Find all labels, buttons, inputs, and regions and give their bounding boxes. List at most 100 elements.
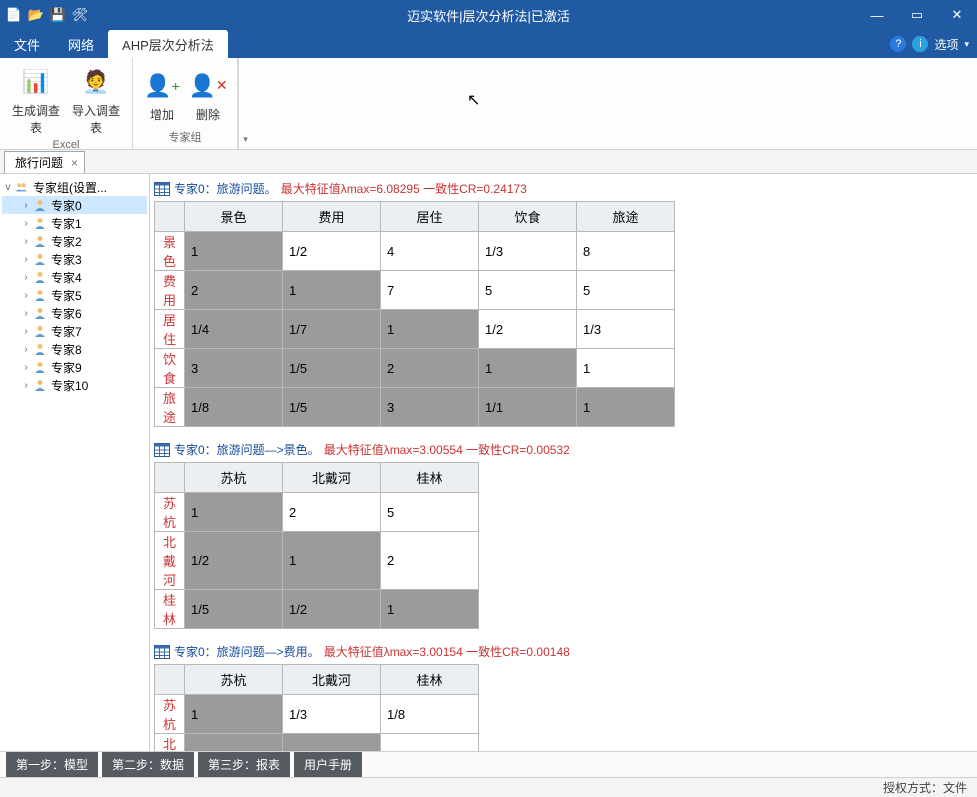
- matrix-cell[interactable]: 1/5: [283, 349, 381, 388]
- matrix-cell[interactable]: 3: [185, 734, 283, 752]
- tree-item-expert[interactable]: › 专家4: [2, 268, 147, 286]
- tree-item-expert[interactable]: ›专家3: [2, 250, 147, 268]
- matrix-cell[interactable]: 1/8: [381, 695, 479, 734]
- matrix-cell[interactable]: 2: [185, 271, 283, 310]
- matrix-cell[interactable]: 1/3: [283, 695, 381, 734]
- matrix-cell[interactable]: 7: [381, 271, 479, 310]
- tree-item-label: 专家0: [51, 197, 82, 214]
- matrix-cell[interactable]: 5: [479, 271, 577, 310]
- tree-item-expert[interactable]: ›专家2: [2, 232, 147, 250]
- tree-item-expert[interactable]: ›专家1: [2, 214, 147, 232]
- tree-item-expert[interactable]: ›专家7: [2, 322, 147, 340]
- matrix-cell[interactable]: 3: [381, 388, 479, 427]
- tree-item-expert[interactable]: › 专家0: [2, 196, 147, 214]
- tree-expand-icon[interactable]: ›: [20, 326, 32, 337]
- matrix-cell[interactable]: 3: [185, 349, 283, 388]
- matrix-cell[interactable]: 5: [381, 493, 479, 532]
- matrix-cell[interactable]: 1: [479, 349, 577, 388]
- menu-network[interactable]: 网络: [54, 30, 108, 58]
- tree-expand-icon[interactable]: ›: [20, 236, 32, 247]
- tree-expand-icon[interactable]: ›: [20, 218, 32, 229]
- maximize-button[interactable]: ▭: [897, 0, 937, 30]
- matrix-cell[interactable]: 4: [381, 232, 479, 271]
- matrix-cell[interactable]: 1/5: [283, 388, 381, 427]
- matrix-scroll[interactable]: 专家0：旅游问题。 最大特征值λmax=6.08295 一致性CR=0.2417…: [150, 174, 977, 751]
- matrix-cell[interactable]: 1/1: [479, 388, 577, 427]
- tree-expand-icon[interactable]: ›: [20, 308, 32, 319]
- doc-close-icon[interactable]: ×: [71, 156, 78, 170]
- person-icon: [32, 198, 48, 212]
- qat-save-icon[interactable]: 💾: [50, 7, 66, 23]
- add-expert-button[interactable]: 👤+ 增加: [139, 66, 185, 123]
- menu-file[interactable]: 文件: [0, 30, 54, 58]
- tree-expand-icon[interactable]: ›: [20, 200, 32, 211]
- matrix-cell[interactable]: 1/4: [185, 310, 283, 349]
- doc-tab[interactable]: 旅行问题 ×: [4, 151, 85, 173]
- matrix-title: 专家0：旅游问题—>费用。: [174, 643, 320, 660]
- matrix-cell[interactable]: 1/3: [479, 232, 577, 271]
- step-tab-report[interactable]: 第三步：报表: [198, 752, 290, 777]
- tree-expand-icon[interactable]: ›: [20, 290, 32, 301]
- matrix-cell[interactable]: 1: [283, 271, 381, 310]
- matrix-table: 苏杭北戴河桂林苏杭125北戴河1/212桂林1/51/21: [154, 462, 479, 629]
- delete-expert-button[interactable]: 👤✕ 删除: [185, 66, 231, 123]
- qat-new-icon[interactable]: 📄: [6, 7, 22, 23]
- matrix-cell[interactable]: 1: [381, 310, 479, 349]
- step-tab-manual[interactable]: 用户手册: [294, 752, 362, 777]
- step-tab-model[interactable]: 第一步：模型: [6, 752, 98, 777]
- matrix-cell[interactable]: 1: [185, 695, 283, 734]
- matrix-cell[interactable]: 1/3: [381, 734, 479, 752]
- qat-open-icon[interactable]: 📂: [28, 7, 44, 23]
- matrix-cell[interactable]: 1: [577, 388, 675, 427]
- menu-options[interactable]: 选项: [934, 36, 958, 53]
- matrix-cell[interactable]: 1/8: [185, 388, 283, 427]
- tree-root[interactable]: v 专家组(设置...: [2, 178, 147, 196]
- menu-ahp[interactable]: AHP层次分析法: [108, 30, 228, 58]
- info-icon[interactable]: i: [912, 36, 928, 52]
- minimize-button[interactable]: ―: [857, 0, 897, 30]
- tree-item-expert[interactable]: ›专家10: [2, 376, 147, 394]
- matrix-cell[interactable]: 1/5: [185, 590, 283, 629]
- matrix-cell[interactable]: 1: [185, 232, 283, 271]
- matrix-cell[interactable]: 1/2: [479, 310, 577, 349]
- status-text: 授权方式：文件: [883, 779, 967, 796]
- matrix-cell[interactable]: 1: [577, 349, 675, 388]
- tree-expand-icon[interactable]: v: [2, 182, 14, 193]
- tree-expand-icon[interactable]: ›: [20, 272, 32, 283]
- matrix-cell[interactable]: 1: [185, 493, 283, 532]
- tree-item-expert[interactable]: ›专家8: [2, 340, 147, 358]
- chevron-down-icon[interactable]: ▾: [964, 39, 969, 50]
- matrix-cell[interactable]: 1: [283, 532, 381, 590]
- matrix-cell[interactable]: 2: [381, 532, 479, 590]
- matrix-cell[interactable]: 1/2: [283, 232, 381, 271]
- tree-expand-icon[interactable]: ›: [20, 362, 32, 373]
- row-header: 景色: [155, 232, 185, 271]
- row-header: 苏杭: [155, 695, 185, 734]
- matrix-cell[interactable]: 2: [381, 349, 479, 388]
- person-icon: [32, 360, 48, 374]
- matrix-cell[interactable]: 1/2: [185, 532, 283, 590]
- matrix-cell[interactable]: 8: [577, 232, 675, 271]
- matrix-cell[interactable]: 1/7: [283, 310, 381, 349]
- tree-item-expert[interactable]: ›专家6: [2, 304, 147, 322]
- tree-expand-icon[interactable]: ›: [20, 380, 32, 391]
- ribbon-dropdown[interactable]: ▾: [238, 58, 252, 149]
- tree-expand-icon[interactable]: ›: [20, 254, 32, 265]
- import-survey-button[interactable]: 🧑‍💼 导入调查表: [66, 62, 126, 136]
- matrix-cell[interactable]: 1/2: [283, 590, 381, 629]
- gen-survey-button[interactable]: 📊 生成调查表: [6, 62, 66, 136]
- matrix-cell[interactable]: 1/3: [577, 310, 675, 349]
- ribbon: 📊 生成调查表 🧑‍💼 导入调查表 Excel 👤+ 增加 👤✕ 删除 专家组 …: [0, 58, 977, 150]
- matrix-cell[interactable]: 1: [283, 734, 381, 752]
- help-icon[interactable]: ?: [890, 36, 906, 52]
- close-button[interactable]: ✕: [937, 0, 977, 30]
- tree-item-expert[interactable]: ›专家9: [2, 358, 147, 376]
- matrix-cell[interactable]: 1: [381, 590, 479, 629]
- tree-expand-icon[interactable]: ›: [20, 344, 32, 355]
- matrix-cell[interactable]: 2: [283, 493, 381, 532]
- matrix-cell[interactable]: 5: [577, 271, 675, 310]
- tree-item-expert[interactable]: ›专家5: [2, 286, 147, 304]
- tree-item-label: 专家4: [51, 269, 82, 286]
- qat-tools-icon[interactable]: 🛠: [72, 7, 88, 23]
- step-tab-data[interactable]: 第二步：数据: [102, 752, 194, 777]
